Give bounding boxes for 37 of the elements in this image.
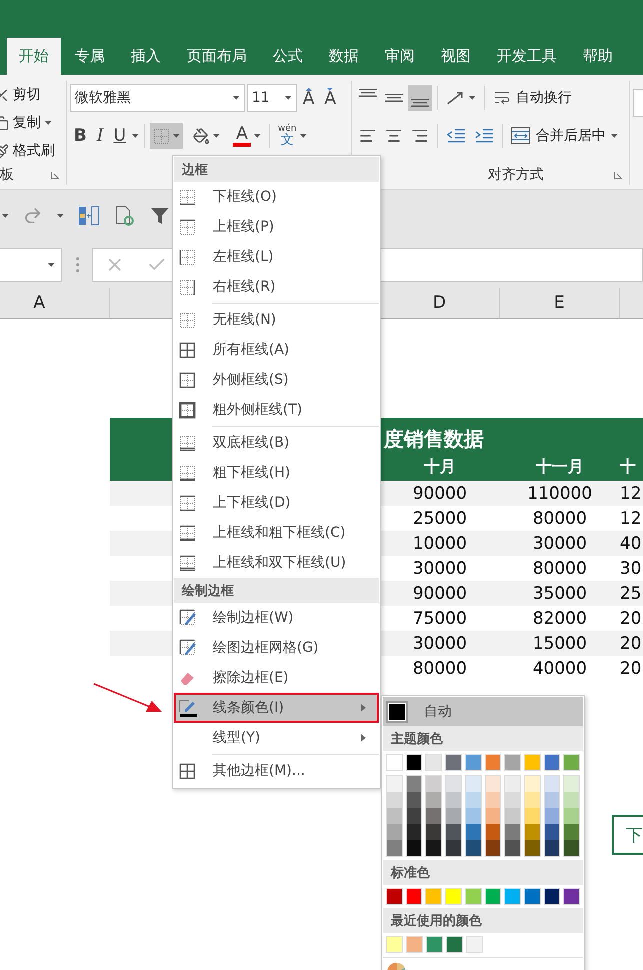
table-cell-text: 30000: [412, 634, 468, 654]
table-cell-text: 40000: [532, 658, 588, 678]
table-cell: 12: [620, 484, 643, 504]
table-cell-text: 80000: [532, 558, 588, 578]
group-label: 板: [0, 166, 14, 184]
table-cell-text: 30000: [412, 558, 468, 578]
month-header: 十一月: [535, 456, 585, 478]
table-cell: 20: [620, 634, 643, 654]
month-header: 十: [620, 456, 637, 478]
table-cell: 40: [620, 534, 643, 554]
table-cell-text: 10000: [412, 534, 468, 554]
table-cell-text: 80000: [532, 508, 588, 528]
table-cell: 20: [620, 658, 643, 678]
table-cell-text: 90000: [412, 584, 468, 604]
group-label: 对齐方式: [488, 166, 544, 184]
menu-heading: 绘制边框: [174, 578, 379, 603]
table-cell-text: 35000: [532, 584, 588, 604]
table-cell: 30: [620, 558, 643, 578]
table-cell-text: 110000: [526, 484, 594, 504]
column-header: E: [500, 288, 620, 318]
menu-heading: 主题颜色: [383, 726, 583, 751]
table-cell: 12: [620, 508, 643, 528]
menu-heading: 边框: [174, 157, 379, 182]
table-cell-text: 75000: [412, 608, 468, 628]
table-cell-text: 30000: [532, 534, 588, 554]
table-cell: 20: [620, 608, 643, 628]
menu-heading: 标准色: [383, 860, 583, 885]
menu-heading: 最近使用的颜色: [383, 908, 583, 933]
month-header: 十月: [423, 456, 457, 478]
table-cell-text: 90000: [412, 484, 468, 504]
table-title: 度销售数据: [384, 426, 484, 453]
table-cell-text: 25000: [412, 508, 468, 528]
table-cell: 25: [620, 584, 643, 604]
table-cell-text: 80000: [412, 658, 468, 678]
table-cell-text: 82000: [532, 608, 588, 628]
table-cell-text: 15000: [532, 634, 588, 654]
column-header: A: [0, 288, 110, 318]
